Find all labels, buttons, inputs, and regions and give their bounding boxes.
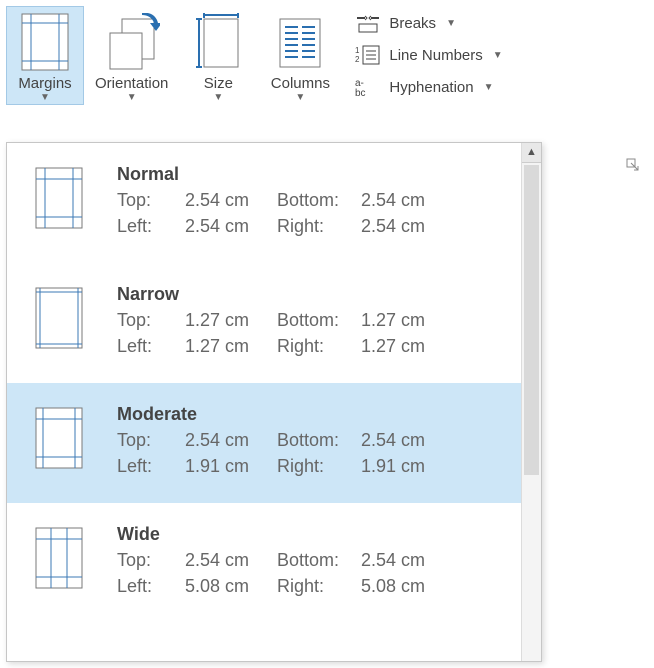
value-left: 2.54 cm — [185, 213, 277, 239]
margin-preset-icon — [29, 401, 89, 479]
label-bottom: Bottom: — [277, 187, 361, 213]
label-left: Left: — [117, 213, 185, 239]
label-top: Top: — [117, 307, 185, 333]
breaks-icon — [355, 12, 381, 34]
label-top: Top: — [117, 187, 185, 213]
label-right: Right: — [277, 573, 361, 599]
value-top: 1.27 cm — [185, 307, 277, 333]
columns-icon — [276, 11, 324, 73]
hyphenation-label: Hyphenation — [389, 79, 473, 96]
svg-text:bc: bc — [355, 88, 366, 98]
margins-button[interactable]: Margins ▼ — [6, 6, 84, 105]
line-numbers-label: Line Numbers — [389, 47, 482, 64]
value-right: 1.27 cm — [361, 333, 441, 359]
line-numbers-button[interactable]: 12 Line Numbers ▼ — [351, 42, 506, 68]
value-top: 2.54 cm — [185, 427, 277, 453]
scrollbar[interactable]: ▲ — [521, 143, 541, 661]
line-numbers-icon: 12 — [355, 44, 381, 66]
label-right: Right: — [277, 213, 361, 239]
margin-preset-moderate[interactable]: Moderate Top: 2.54 cm Bottom: 2.54 cm Le… — [7, 383, 521, 503]
chevron-down-icon: ▼ — [493, 50, 503, 61]
svg-text:2: 2 — [355, 55, 360, 64]
preset-name: Wide — [117, 521, 509, 547]
hyphenation-button[interactable]: a-bc Hyphenation ▼ — [351, 74, 506, 100]
dropdown-indicator-icon: ▼ — [295, 94, 305, 102]
margin-preset-wide[interactable]: Wide Top: 2.54 cm Bottom: 2.54 cm Left: … — [7, 503, 521, 623]
label-right: Right: — [277, 453, 361, 479]
dropdown-indicator-icon: ▼ — [127, 94, 137, 102]
chevron-down-icon: ▼ — [484, 82, 494, 93]
margins-label: Margins — [18, 75, 71, 92]
small-buttons-group: Breaks ▼ 12 Line Numbers ▼ a-bc Hyphenat… — [341, 6, 508, 100]
columns-label: Columns — [271, 75, 330, 92]
margins-dropdown: Normal Top: 2.54 cm Bottom: 2.54 cm Left… — [6, 142, 542, 662]
ribbon: Margins ▼ Orientation ▼ Size — [0, 0, 654, 105]
value-top: 2.54 cm — [185, 547, 277, 573]
preset-name: Normal — [117, 161, 509, 187]
margin-preset-icon — [29, 161, 89, 239]
value-right: 5.08 cm — [361, 573, 441, 599]
size-button[interactable]: Size ▼ — [179, 6, 257, 105]
chevron-down-icon: ▼ — [446, 18, 456, 29]
breaks-button[interactable]: Breaks ▼ — [351, 10, 506, 36]
value-bottom: 2.54 cm — [361, 547, 441, 573]
scroll-up-button[interactable]: ▲ — [522, 143, 541, 163]
orientation-button[interactable]: Orientation ▼ — [88, 6, 175, 105]
scroll-thumb[interactable] — [524, 165, 539, 475]
dropdown-indicator-icon: ▼ — [213, 94, 223, 102]
label-bottom: Bottom: — [277, 307, 361, 333]
label-right: Right: — [277, 333, 361, 359]
value-left: 1.91 cm — [185, 453, 277, 479]
label-bottom: Bottom: — [277, 427, 361, 453]
orientation-icon — [104, 11, 160, 73]
margin-preset-narrow[interactable]: Narrow Top: 1.27 cm Bottom: 1.27 cm Left… — [7, 263, 521, 383]
value-bottom: 1.27 cm — [361, 307, 441, 333]
dialog-launcher-icon[interactable] — [626, 158, 640, 172]
label-left: Left: — [117, 453, 185, 479]
value-right: 1.91 cm — [361, 453, 441, 479]
label-left: Left: — [117, 573, 185, 599]
value-left: 5.08 cm — [185, 573, 277, 599]
hyphenation-icon: a-bc — [355, 76, 381, 98]
size-icon — [194, 11, 242, 73]
value-left: 1.27 cm — [185, 333, 277, 359]
label-bottom: Bottom: — [277, 547, 361, 573]
margin-preset-text: Wide Top: 2.54 cm Bottom: 2.54 cm Left: … — [117, 521, 509, 599]
label-top: Top: — [117, 427, 185, 453]
margin-preset-text: Moderate Top: 2.54 cm Bottom: 2.54 cm Le… — [117, 401, 509, 479]
value-bottom: 2.54 cm — [361, 427, 441, 453]
label-left: Left: — [117, 333, 185, 359]
preset-name: Moderate — [117, 401, 509, 427]
value-right: 2.54 cm — [361, 213, 441, 239]
dropdown-indicator-icon: ▼ — [40, 94, 50, 102]
margin-preset-icon — [29, 521, 89, 599]
size-label: Size — [204, 75, 233, 92]
margins-icon — [21, 11, 69, 73]
svg-text:1: 1 — [355, 46, 360, 55]
orientation-label: Orientation — [95, 75, 168, 92]
breaks-label: Breaks — [389, 15, 436, 32]
columns-button[interactable]: Columns ▼ — [261, 6, 339, 105]
preset-name: Narrow — [117, 281, 509, 307]
margin-preset-text: Normal Top: 2.54 cm Bottom: 2.54 cm Left… — [117, 161, 509, 239]
label-top: Top: — [117, 547, 185, 573]
value-top: 2.54 cm — [185, 187, 277, 213]
value-bottom: 2.54 cm — [361, 187, 441, 213]
margin-preset-icon — [29, 281, 89, 359]
margin-preset-text: Narrow Top: 1.27 cm Bottom: 1.27 cm Left… — [117, 281, 509, 359]
margin-preset-normal[interactable]: Normal Top: 2.54 cm Bottom: 2.54 cm Left… — [7, 143, 521, 263]
